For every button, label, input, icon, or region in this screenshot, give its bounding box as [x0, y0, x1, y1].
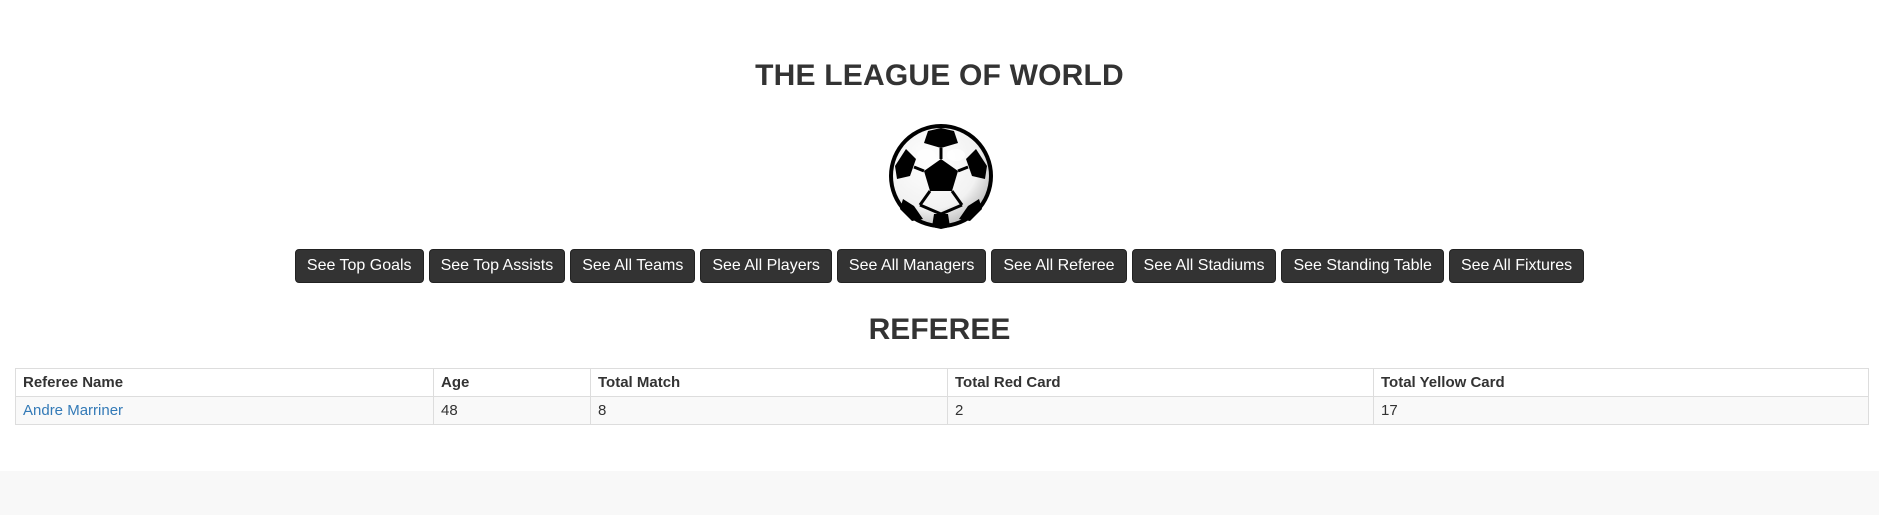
site-title: THE LEAGUE OF WORLD	[755, 59, 1124, 92]
see-all-managers-button[interactable]: See All Managers	[836, 249, 987, 283]
see-all-teams-button[interactable]: See All Teams	[570, 249, 696, 283]
referee-name-cell: Andre Marriner	[15, 396, 434, 425]
table-header-row: Referee Name Age Total Match Total Red C…	[15, 368, 1869, 397]
referee-table-container: Referee Name Age Total Match Total Red C…	[15, 368, 1869, 425]
table-row: Andre Marriner 48 8 2 17	[15, 396, 1869, 425]
total-yellow-card-cell: 17	[1373, 396, 1869, 425]
referee-table: Referee Name Age Total Match Total Red C…	[15, 368, 1869, 425]
age-cell: 48	[433, 396, 591, 425]
column-header-age: Age	[433, 368, 591, 397]
column-header-total-red-card: Total Red Card	[947, 368, 1374, 397]
main-content: THE LEAGUE OF WORLD See Top Goals See To…	[0, 0, 1879, 471]
see-all-fixtures-button[interactable]: See All Fixtures	[1448, 249, 1585, 283]
see-all-referee-button[interactable]: See All Referee	[991, 249, 1127, 283]
column-header-total-match: Total Match	[590, 368, 948, 397]
section-title: REFEREE	[868, 313, 1011, 346]
see-top-goals-button[interactable]: See Top Goals	[294, 249, 424, 283]
soccer-ball-icon	[886, 121, 996, 231]
see-all-stadiums-button[interactable]: See All Stadiums	[1131, 249, 1277, 283]
nav-buttons: See Top Goals See Top Assists See All Te…	[0, 249, 1879, 283]
referee-name-link[interactable]: Andre Marriner	[23, 402, 123, 419]
page: THE LEAGUE OF WORLD See Top Goals See To…	[0, 0, 1879, 515]
see-top-assists-button[interactable]: See Top Assists	[428, 249, 566, 283]
column-header-referee-name: Referee Name	[15, 368, 434, 397]
column-header-total-yellow-card: Total Yellow Card	[1373, 368, 1869, 397]
see-all-players-button[interactable]: See All Players	[700, 249, 832, 283]
total-red-card-cell: 2	[947, 396, 1374, 425]
total-match-cell: 8	[590, 396, 948, 425]
see-standing-table-button[interactable]: See Standing Table	[1281, 249, 1444, 283]
footer	[0, 471, 1879, 515]
